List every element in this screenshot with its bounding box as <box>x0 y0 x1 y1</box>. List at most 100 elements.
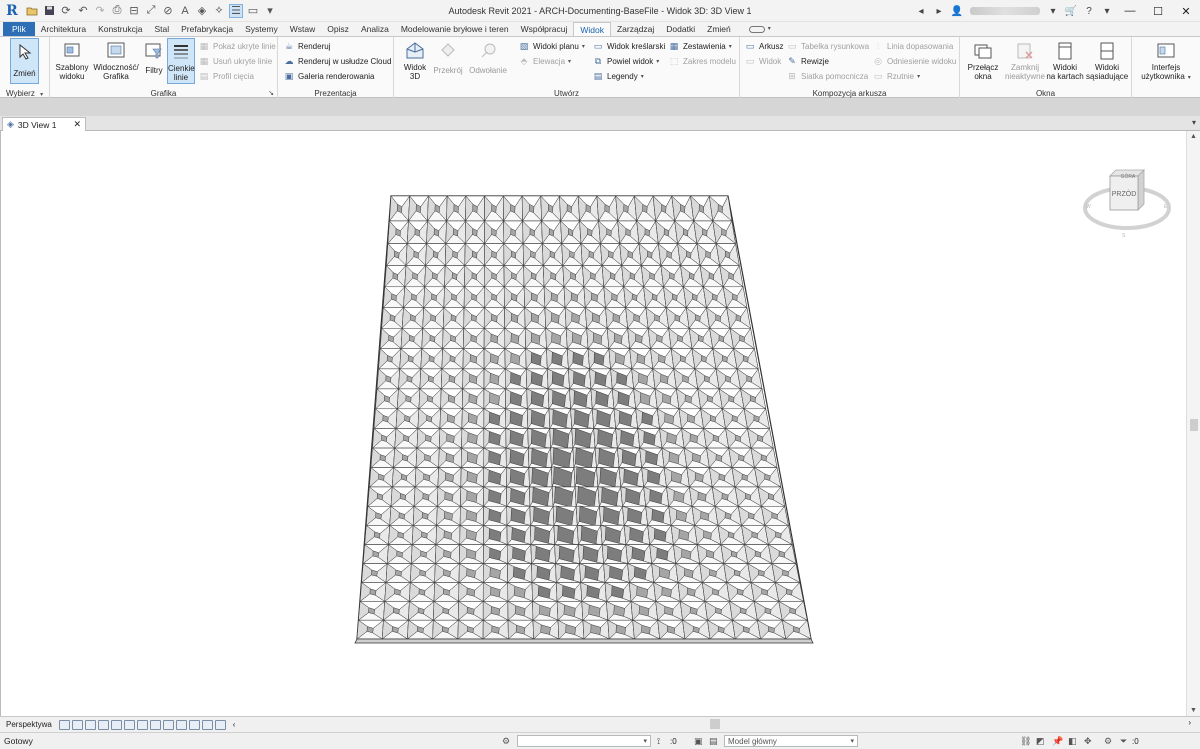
cut-profile-button[interactable]: ▤ Profil cięcia <box>198 70 254 83</box>
open-icon[interactable] <box>25 4 39 18</box>
analytical-model-icon[interactable] <box>201 719 213 730</box>
section-button[interactable]: Przekrój <box>432 38 464 84</box>
place-view-button[interactable]: ▭ Widok <box>744 55 782 68</box>
modify-button[interactable]: Zmień <box>10 38 39 84</box>
tab-analiza[interactable]: Analiza <box>355 22 395 36</box>
view-templates-button[interactable]: Szablony widoku <box>54 38 90 84</box>
viewcube-top-label[interactable]: GÓRA <box>1121 173 1136 180</box>
drag-on-selection-icon[interactable]: ✥ <box>1084 736 1094 746</box>
scroll-down-icon[interactable]: ▼ <box>1190 707 1197 714</box>
viewcube-front-label[interactable]: PRZÓD <box>1112 189 1137 198</box>
tab-wstaw[interactable]: Wstaw <box>284 22 322 36</box>
scroll-right-icon[interactable]: › <box>1188 718 1191 727</box>
workset-dropdown[interactable]: ▾ <box>517 735 651 747</box>
visual-style-icon[interactable] <box>71 719 83 730</box>
help-icon[interactable]: ? <box>1082 6 1096 17</box>
tab-plik[interactable]: Plik <box>3 22 35 36</box>
scroll-left-icon[interactable]: ‹ <box>233 720 236 729</box>
shadows-icon[interactable] <box>97 719 109 730</box>
print-icon[interactable]: ⎙ <box>110 4 124 18</box>
filters-button[interactable]: Filtry <box>142 38 166 84</box>
nav-right-icon[interactable]: ▸ <box>932 6 946 17</box>
maximize-button[interactable]: ☐ <box>1144 0 1172 22</box>
title-block-button[interactable]: ▭ Tabelka rysunkowa <box>786 40 869 53</box>
design-options-icon[interactable]: ▤ <box>709 736 719 746</box>
render-gallery-button[interactable]: ▣ Galeria renderowania <box>283 70 375 83</box>
vertical-scrollbar[interactable]: ▲ ▼ <box>1186 131 1200 716</box>
tab-stal[interactable]: Stal <box>148 22 175 36</box>
revit-logo[interactable]: R <box>3 2 21 20</box>
editable-only-icon[interactable]: ▣ <box>694 736 704 746</box>
tab-zarzadzaj[interactable]: Zarządzaj <box>611 22 660 36</box>
design-option-dropdown[interactable]: Model główny ▾ <box>724 735 858 747</box>
plan-views-button[interactable]: ▧ Widoki planu ▾ <box>518 40 585 53</box>
selection-filter-icon[interactable]: ⟟ <box>657 736 667 746</box>
save-icon[interactable] <box>42 4 56 18</box>
user-caret-icon[interactable]: ▾ <box>1046 6 1060 17</box>
3d-view-canvas[interactable] <box>0 131 1186 716</box>
crop-view-icon[interactable] <box>123 719 135 730</box>
callout-button[interactable]: Odwołanie <box>466 38 510 84</box>
select-by-face-icon[interactable]: ◧ <box>1068 736 1078 746</box>
select-pinned-icon[interactable]: 📌 <box>1052 736 1063 746</box>
tab-prefabrykacja[interactable]: Prefabrykacja <box>175 22 239 36</box>
tab-modelowanie[interactable]: Modelowanie bryłowe i teren <box>395 22 515 36</box>
tab-wspolpracuj[interactable]: Współpracuj <box>515 22 574 36</box>
elevation-button[interactable]: ⬘ Elewacja ▾ <box>518 55 572 68</box>
user-interface-button[interactable]: Interfejs użytkownika ▾ <box>1138 38 1194 84</box>
horizontal-scrollbar[interactable]: › <box>265 718 1191 730</box>
duplicate-view-button[interactable]: ⧉ Powiel widok ▾ <box>592 55 659 68</box>
close-inactive-button[interactable]: Zamknij nieaktywne <box>1004 38 1046 84</box>
undo-icon[interactable]: ↶ <box>76 4 90 18</box>
view-reference-button[interactable]: ◎ Odniesienie widoku <box>872 55 956 68</box>
scope-box-button[interactable]: ⬚ Zakres modelu <box>668 55 736 68</box>
remove-hidden-lines-button[interactable]: ▦ Usuń ukryte linie <box>198 55 272 68</box>
user-icon[interactable]: 👤 <box>950 6 964 17</box>
thin-lines-icon[interactable]: ☰ <box>229 3 243 18</box>
schedules-button[interactable]: ▦ Zestawienia ▾ <box>668 40 732 53</box>
parametric-facade-model[interactable] <box>1 131 1187 716</box>
render-cloud-button[interactable]: ☁ Renderuj w usłudze Cloud <box>283 55 392 68</box>
view-projection-label[interactable]: Perspektywa <box>6 720 52 729</box>
tab-views-button[interactable]: Widoki na kartach <box>1046 38 1084 84</box>
drafting-view-button[interactable]: ▭ Widok kreślarski <box>592 40 666 53</box>
constraints-icon[interactable] <box>214 719 226 730</box>
view-tab-3d-view-1[interactable]: ◈ 3D View 1 ✕ <box>2 117 86 131</box>
viewports-button[interactable]: ▭ Rzutnie ▾ <box>872 70 920 83</box>
sun-path-icon[interactable] <box>84 719 96 730</box>
legends-button[interactable]: ▤ Legendy ▾ <box>592 70 644 83</box>
text-icon[interactable]: A <box>178 4 192 18</box>
close-button[interactable]: ✕ <box>1172 0 1200 22</box>
nav-left-icon[interactable]: ◂ <box>914 6 928 17</box>
ribbon-display-toggle[interactable]: ▾ <box>737 22 777 36</box>
render-button[interactable]: ☕ Renderuj <box>283 40 331 53</box>
filter-icon[interactable]: ⏷ <box>1120 736 1130 746</box>
background-processes-icon[interactable]: ⚙ <box>1104 736 1114 746</box>
dimension-icon[interactable]: ⤢ <box>144 4 158 18</box>
cart-icon[interactable]: 🛒 <box>1064 6 1078 17</box>
tab-konstrukcja[interactable]: Konstrukcja <box>92 22 148 36</box>
scrollbar-thumb[interactable] <box>1190 419 1198 431</box>
select-underlay-icon[interactable]: ◩ <box>1036 736 1046 746</box>
temp-view-props-icon[interactable] <box>188 719 200 730</box>
3d-view-button[interactable]: Widok 3D <box>398 38 432 84</box>
tab-widok[interactable]: Widok <box>573 22 611 36</box>
tab-list-menu-icon[interactable]: ▾ <box>1192 118 1196 127</box>
tab-architektura[interactable]: Architektura <box>35 22 92 36</box>
tile-views-button[interactable]: Widoki sąsiadujące <box>1086 38 1128 84</box>
matchline-button[interactable]: ⫶ Linia dopasowania <box>872 40 953 53</box>
tab-opisz[interactable]: Opisz <box>321 22 355 36</box>
user-name-blurred[interactable] <box>970 7 1040 15</box>
default-3d-icon[interactable]: ◈ <box>195 4 209 18</box>
switch-windows-icon[interactable]: ▭ <box>246 4 260 18</box>
customize-qat-icon[interactable]: ▾ <box>263 4 277 18</box>
tab-systemy[interactable]: Systemy <box>239 22 284 36</box>
scroll-up-icon[interactable]: ▲ <box>1190 133 1197 140</box>
tab-zmien[interactable]: Zmień <box>701 22 737 36</box>
guide-grid-button[interactable]: ⊞ Siatka pomocnicza <box>786 70 868 83</box>
select-links-icon[interactable]: ⛓ <box>1020 736 1031 746</box>
thin-lines-button[interactable]: Cienkie linie <box>167 38 195 84</box>
viewcube[interactable]: GÓRA PRZÓD W E S <box>1082 162 1172 242</box>
temp-hide-icon[interactable] <box>162 719 174 730</box>
sheet-button[interactable]: ▭ Arkusz <box>744 40 784 53</box>
